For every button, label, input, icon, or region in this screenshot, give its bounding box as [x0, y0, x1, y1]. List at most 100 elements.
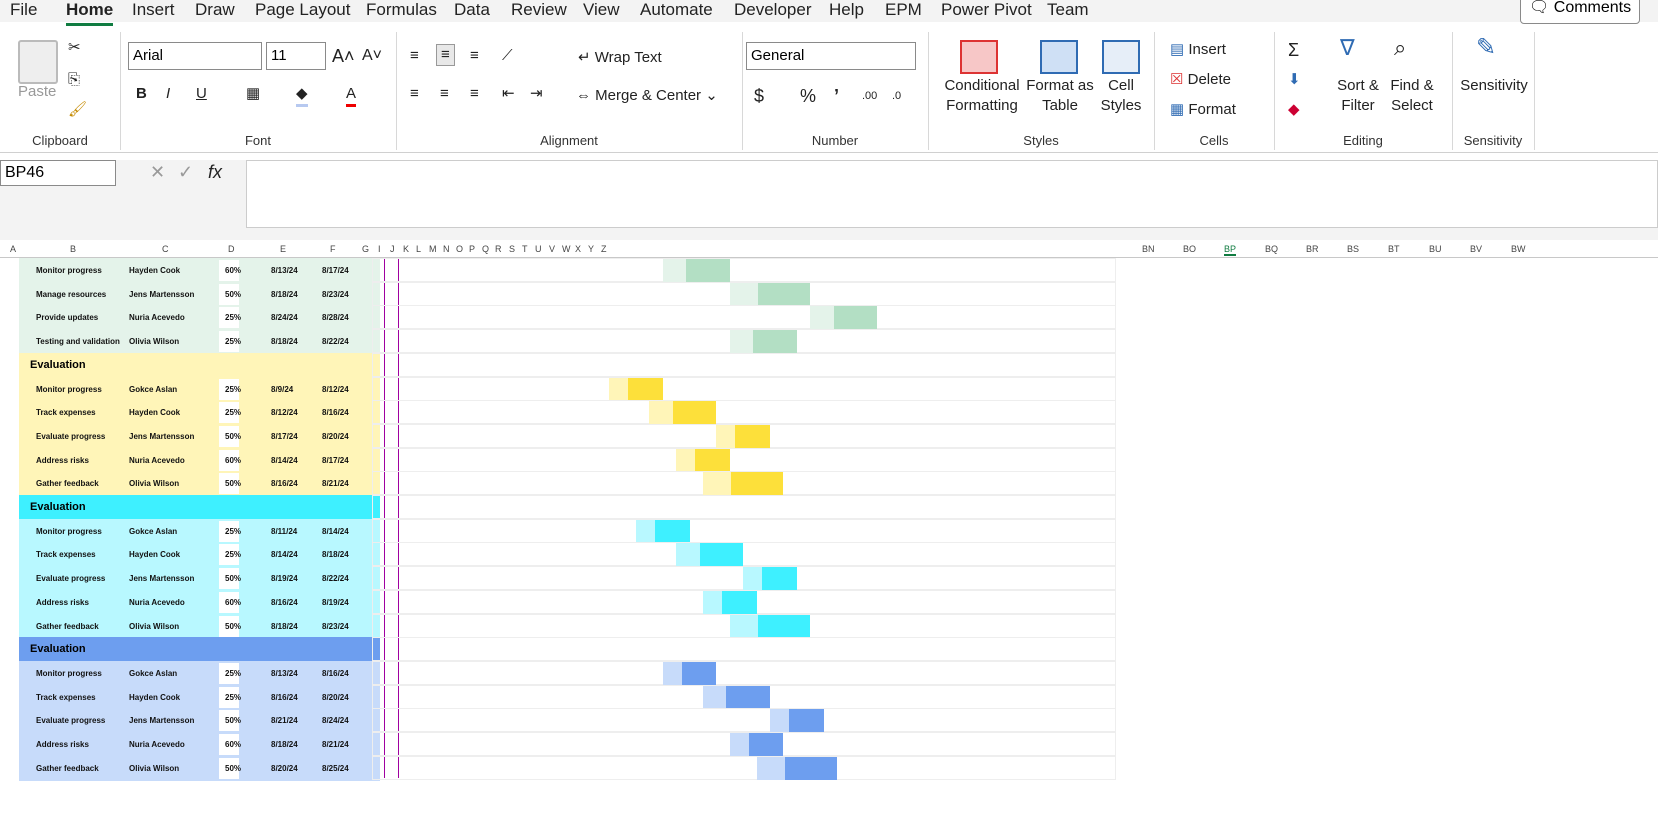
- cell-start[interactable]: 8/12/24: [271, 408, 298, 417]
- paste-icon[interactable]: [18, 40, 58, 84]
- cell-end[interactable]: 8/21/24: [322, 740, 349, 749]
- cell-task[interactable]: Evaluate progress: [36, 574, 105, 583]
- font-size-select[interactable]: 11: [266, 42, 326, 70]
- column-header-r[interactable]: R: [495, 244, 502, 254]
- underline-icon[interactable]: U: [196, 84, 207, 104]
- increase-decimal-icon[interactable]: .00: [862, 86, 877, 106]
- borders-icon[interactable]: ▦: [246, 84, 260, 104]
- task-row[interactable]: Track expenses Hayden Cook 25% 8/14/24 8/18/…: [19, 542, 380, 568]
- column-header-bn[interactable]: BN: [1142, 244, 1155, 254]
- column-header-k[interactable]: K: [403, 244, 409, 254]
- cell-owner[interactable]: Nuria Acevedo: [129, 313, 185, 322]
- enter-icon[interactable]: ✓: [178, 162, 193, 182]
- cell-owner[interactable]: Nuria Acevedo: [129, 598, 185, 607]
- cell-start[interactable]: 8/18/24: [271, 337, 298, 346]
- cell-pct[interactable]: 25%: [225, 669, 241, 678]
- column-header-s[interactable]: S: [509, 244, 515, 254]
- menu-review[interactable]: Review: [511, 0, 567, 20]
- cell-pct[interactable]: 25%: [225, 313, 241, 322]
- cell-end[interactable]: 8/21/24: [322, 479, 349, 488]
- orientation-icon[interactable]: ⟋: [502, 46, 513, 66]
- cell-end[interactable]: 8/17/24: [322, 456, 349, 465]
- cell-task[interactable]: Address risks: [36, 598, 89, 607]
- worksheet-grid[interactable]: Monitor progress Hayden Cook 60% 8/13/24 8/1…: [0, 258, 1658, 818]
- cell-pct[interactable]: 50%: [225, 764, 241, 773]
- menu-draw[interactable]: Draw: [195, 0, 235, 20]
- cell-owner[interactable]: Hayden Cook: [129, 550, 180, 559]
- cell-pct[interactable]: 50%: [225, 574, 241, 583]
- cell-owner[interactable]: Olivia Wilson: [129, 764, 179, 773]
- cell-owner[interactable]: Gokce Aslan: [129, 527, 177, 536]
- menu-file[interactable]: File: [10, 0, 37, 20]
- task-row[interactable]: Track expenses Hayden Cook 25% 8/16/24 8/20/…: [19, 684, 380, 710]
- column-header-bo[interactable]: BO: [1183, 244, 1196, 254]
- column-header-i[interactable]: I: [378, 244, 381, 254]
- fill-color-icon[interactable]: ◆: [296, 84, 308, 107]
- cell-start[interactable]: 8/9/24: [271, 385, 293, 394]
- column-header-x[interactable]: X: [575, 244, 581, 254]
- conditional-formatting-button[interactable]: Conditional Formatting: [934, 76, 1030, 116]
- task-row[interactable]: Address risks Nuria Acevedo 60% 8/18/24 8/21…: [19, 732, 380, 757]
- align-bottom-icon[interactable]: ≡: [470, 46, 479, 66]
- column-header-m[interactable]: M: [429, 244, 437, 254]
- cell-task[interactable]: Gather feedback: [36, 764, 99, 773]
- column-header-t[interactable]: T: [522, 244, 528, 254]
- font-color-icon[interactable]: A: [346, 84, 357, 107]
- cell-task[interactable]: Manage resources: [36, 290, 106, 299]
- cell-owner[interactable]: Jens Martensson: [129, 716, 194, 725]
- wrap-text-button[interactable]: ↵ Wrap Text: [578, 48, 662, 68]
- cell-styles-button[interactable]: Cell Styles: [1098, 76, 1144, 116]
- cell-task[interactable]: Testing and validation: [36, 337, 120, 346]
- menu-view[interactable]: View: [583, 0, 620, 20]
- cell-end[interactable]: 8/22/24: [322, 574, 349, 583]
- task-row[interactable]: Monitor progress Gokce Aslan 25% 8/11/24 8/1…: [19, 518, 380, 544]
- align-right-icon[interactable]: ≡: [470, 84, 479, 104]
- insert-cells-button[interactable]: ▤ Insert: [1170, 40, 1226, 60]
- find-select-icon[interactable]: ⌕: [1394, 37, 1406, 59]
- comma-icon[interactable]: ’: [834, 86, 839, 106]
- format-as-table-button[interactable]: Format as Table: [1024, 76, 1096, 116]
- column-header-c[interactable]: C: [162, 244, 169, 254]
- task-row[interactable]: Manage resources Jens Martensson 50% 8/18/2…: [19, 281, 380, 307]
- task-row[interactable]: Track expenses Hayden Cook 25% 8/12/24 8/16/…: [19, 400, 380, 426]
- cell-task[interactable]: Evaluate progress: [36, 716, 105, 725]
- cell-start[interactable]: 8/16/24: [271, 598, 298, 607]
- conditional-formatting-icon[interactable]: [960, 40, 998, 74]
- cell-end[interactable]: 8/17/24: [322, 266, 349, 275]
- column-header-p[interactable]: P: [469, 244, 475, 254]
- name-box[interactable]: BP46: [0, 160, 116, 186]
- cell-owner[interactable]: Hayden Cook: [129, 266, 180, 275]
- cell-owner[interactable]: Hayden Cook: [129, 408, 180, 417]
- cell-task[interactable]: Track expenses: [36, 693, 96, 702]
- task-row[interactable]: Testing and validation Olivia Wilson 25% 8/…: [19, 329, 380, 355]
- decrease-indent-icon[interactable]: ⇤: [502, 84, 515, 104]
- fill-icon[interactable]: ⬇: [1288, 70, 1301, 90]
- cell-task[interactable]: Address risks: [36, 740, 89, 749]
- cell-start[interactable]: 8/13/24: [271, 669, 298, 678]
- task-row[interactable]: Monitor progress Hayden Cook 60% 8/13/24 8/1…: [19, 258, 380, 283]
- cell-task[interactable]: Gather feedback: [36, 622, 99, 631]
- comments-button[interactable]: 🗨 Comments: [1520, 0, 1641, 24]
- paste-button[interactable]: Paste: [18, 82, 56, 102]
- task-row[interactable]: Address risks Nuria Acevedo 60% 8/16/24 8/19…: [19, 589, 380, 615]
- column-header-bp[interactable]: BP: [1224, 244, 1237, 256]
- cell-pct[interactable]: 25%: [225, 693, 241, 702]
- cell-pct[interactable]: 50%: [225, 290, 241, 299]
- column-header-v[interactable]: V: [549, 244, 555, 254]
- find-select-button[interactable]: Find & Select: [1384, 76, 1440, 116]
- cell-start[interactable]: 8/13/24: [271, 266, 298, 275]
- cell-end[interactable]: 8/23/24: [322, 290, 349, 299]
- cell-owner[interactable]: Gokce Aslan: [129, 669, 177, 678]
- cell-start[interactable]: 8/19/24: [271, 574, 298, 583]
- format-cells-button[interactable]: ▦ Format: [1170, 100, 1236, 120]
- cell-owner[interactable]: Gokce Aslan: [129, 385, 177, 394]
- cell-start[interactable]: 8/14/24: [271, 456, 298, 465]
- menu-epm[interactable]: EPM: [885, 0, 922, 20]
- cell-start[interactable]: 8/17/24: [271, 432, 298, 441]
- cell-end[interactable]: 8/20/24: [322, 693, 349, 702]
- column-header-f[interactable]: F: [330, 244, 336, 254]
- column-header-e[interactable]: E: [280, 244, 286, 254]
- menu-automate[interactable]: Automate: [640, 0, 713, 20]
- clear-icon[interactable]: ◆: [1288, 100, 1300, 120]
- cell-pct[interactable]: 50%: [225, 479, 241, 488]
